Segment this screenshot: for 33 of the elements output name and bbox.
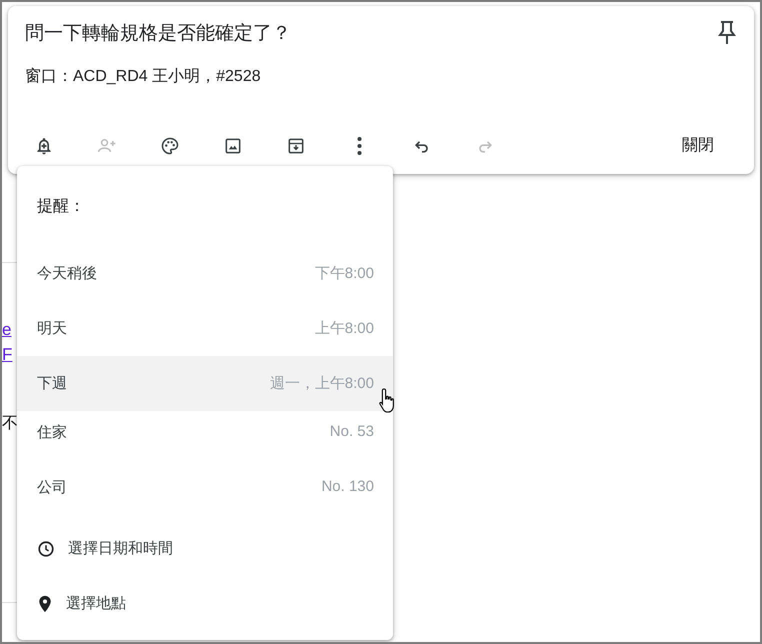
more-icon [356,136,362,154]
menu-item-label: 公司 [37,478,67,497]
close-button[interactable]: 關閉 [658,127,738,164]
note-body: 窗口：ACD_RD4 王小明，#2528 [25,66,262,87]
menu-title: 提醒： [37,197,86,217]
image-icon [223,136,243,156]
menu-item-detail: No. 53 [330,423,374,440]
location-pin-icon [37,594,53,612]
menu-item-label: 今天稍後 [37,264,97,283]
menu-item[interactable]: 明天 上午8:00 [17,301,393,356]
menu-item-label: 下週 [37,374,67,393]
link[interactable]: F [2,342,12,367]
archive-icon [286,136,306,156]
background-text: 不 [2,414,18,434]
palette-icon [160,136,180,156]
menu-item-label: 住家 [37,423,67,442]
pin-icon[interactable] [716,20,738,46]
menu-item-label: 選擇地點 [66,594,126,613]
menu-item[interactable]: 公司 No. 130 [17,466,393,521]
menu-item[interactable]: 選擇地點 [17,576,393,631]
menu-item-label: 明天 [37,319,67,338]
menu-item[interactable]: 下週 週一，上午8:00 [17,356,393,411]
link[interactable]: e [2,317,12,342]
menu-item-detail: 上午8:00 [314,319,374,338]
menu-item[interactable]: 選擇日期和時間 [17,521,393,576]
menu-item-label: 選擇日期和時間 [68,539,173,558]
clock-icon [37,540,55,558]
menu-item-detail: 週一，上午8:00 [270,374,374,393]
menu-item[interactable]: 今天稍後 下午8:00 [17,246,393,301]
menu-item-detail: No. 130 [321,478,374,495]
menu-item[interactable]: 住家 No. 53 [17,411,393,466]
note-title: 問一下轉輪規格是否能確定了？ [25,22,291,46]
menu-item-detail: 下午8:00 [314,264,374,283]
